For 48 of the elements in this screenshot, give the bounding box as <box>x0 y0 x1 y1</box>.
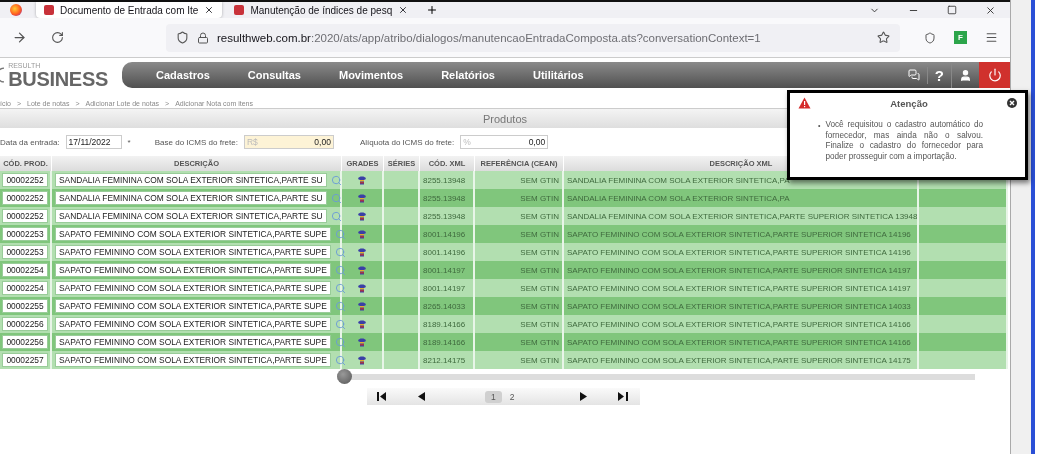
description-field[interactable]: SAPATO FEMININO COM SOLA EXTERIOR SINTETICA,PARTE SUPE <box>55 227 331 241</box>
menu-item[interactable]: Consultas <box>235 69 313 81</box>
code-field[interactable]: 00002253 <box>2 245 48 259</box>
code-field[interactable]: 00002256 <box>2 335 48 349</box>
panel-title: Produtos <box>483 112 527 125</box>
required-mark: * <box>127 137 131 147</box>
table-cell: SEM GTIN <box>475 351 564 369</box>
description-field[interactable]: SANDALIA FEMININA COM SOLA EXTERIOR SINTETICA,PARTE SU <box>55 173 327 187</box>
input-field[interactable]: % 0,00 <box>460 135 549 149</box>
code-field[interactable]: 00002252 <box>2 173 48 187</box>
code-field[interactable]: 00002256 <box>2 317 48 331</box>
table-cell: SAPATO FEMININO COM SOLA EXTERIOR SINTETICA,PARTE SUPERIOR SINTETICA 14175 <box>564 351 919 369</box>
code-field[interactable]: 00002255 <box>2 299 48 313</box>
code-field[interactable]: 00002257 <box>2 353 48 367</box>
tab-title: Documento de Entrada com Ite <box>60 4 199 16</box>
field-label: Base do ICMS do frete: <box>154 137 238 147</box>
code-field[interactable]: 00002252 <box>2 209 48 223</box>
description-field[interactable]: SAPATO FEMININO COM SOLA EXTERIOR SINTETICA,PARTE SUPE <box>55 317 331 331</box>
menu-item[interactable]: Movimentos <box>327 69 416 81</box>
description-field[interactable]: SAPATO FEMININO COM SOLA EXTERIOR SINTETICA,PARTE SUPE <box>55 335 331 349</box>
browser-tab[interactable]: Documento de Entrada com Ite <box>36 2 223 18</box>
input-field[interactable]: 17/11/2022 <box>65 135 122 149</box>
page-number[interactable]: 1 <box>485 390 502 403</box>
description-field[interactable]: SAPATO FEMININO COM SOLA EXTERIOR SINTETICA,PARTE SUPE <box>55 245 331 259</box>
description-field[interactable]: SAPATO FEMININO COM SOLA EXTERIOR SINTETICA,PARTE SUPE <box>55 299 331 313</box>
table-cell: 8212.14175 <box>420 351 475 369</box>
field-label: Data da entrada: <box>0 137 60 147</box>
dialog-title: Atenção <box>890 97 928 109</box>
browser-tab[interactable]: Manutenção de índices de pesq <box>226 2 417 18</box>
menu-item[interactable]: Utilitários <box>520 69 596 81</box>
code-field[interactable]: 00002253 <box>2 227 48 241</box>
description-field[interactable]: SANDALIA FEMININA COM SOLA EXTERIOR SINTETICA,PARTE SU <box>55 191 327 205</box>
code-field[interactable]: 00002254 <box>2 263 48 277</box>
description-field[interactable]: SAPATO FEMININO COM SOLA EXTERIOR SINTETICA,PARTE SUPE <box>55 353 331 367</box>
menu-item[interactable]: Cadastros <box>144 69 222 81</box>
url-field[interactable]: resulthweb.com.br:2020/ats/app/atribo/dialogos/manutencaoEntradaComposta.ats?conversationContext=1 <box>166 23 900 52</box>
code-field[interactable]: 00002254 <box>2 281 48 295</box>
menu-item[interactable]: Relatórios <box>429 69 507 81</box>
tab-title: Manutenção de índices de pesq <box>250 4 393 16</box>
logo-text: BUSINESS <box>8 68 108 89</box>
description-field[interactable]: SAPATO FEMININO COM SOLA EXTERIOR SINTETICA,PARTE SUPE <box>55 263 331 277</box>
input-field[interactable]: R$ 0,00 <box>243 135 334 149</box>
page-number[interactable]: 2 <box>503 390 521 403</box>
field-label: Alíquota do ICMS do frete: <box>359 137 455 147</box>
description-field[interactable]: SANDALIA FEMININA COM SOLA EXTERIOR SINTETICA,PARTE SU <box>55 209 327 223</box>
code-field[interactable]: 00002252 <box>2 191 48 205</box>
description-field[interactable]: SAPATO FEMININO COM SOLA EXTERIOR SINTETICA,PARTE SUPE <box>55 281 331 295</box>
help-link[interactable]: ? <box>926 66 951 84</box>
